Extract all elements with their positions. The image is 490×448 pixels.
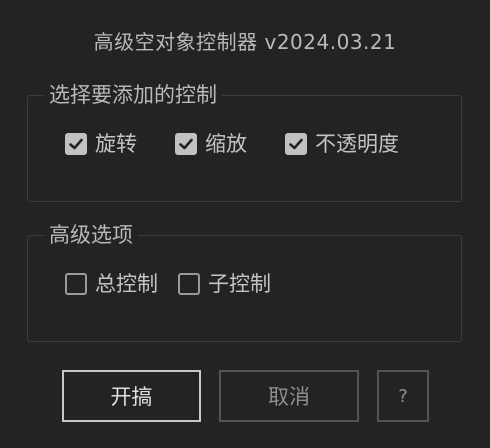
master-control-option[interactable]: 总控制 [65, 270, 158, 298]
child-control-label: 子控制 [208, 272, 271, 296]
checkmark-icon [179, 138, 193, 150]
checkmark-icon [69, 138, 83, 150]
rotation-label: 旋转 [95, 132, 137, 156]
checkmark-icon [289, 138, 303, 150]
control-selection-options: 旋转 缩放 不透明度 [65, 130, 399, 158]
dialog-title: 高级空对象控制器 v2024.03.21 [93, 30, 397, 54]
controller-dialog: 高级空对象控制器 v2024.03.21 选择要添加的控制 旋转 缩放 不透明度… [0, 0, 490, 448]
scale-option[interactable]: 缩放 [175, 130, 247, 158]
child-control-option[interactable]: 子控制 [178, 270, 271, 298]
rotation-option[interactable]: 旋转 [65, 130, 137, 158]
ok-button[interactable]: 开搞 [62, 370, 201, 422]
cancel-button[interactable]: 取消 [219, 370, 359, 422]
help-button[interactable]: ? [377, 370, 429, 422]
opacity-option[interactable]: 不透明度 [285, 130, 399, 158]
master-control-checkbox[interactable] [65, 273, 87, 295]
opacity-label: 不透明度 [315, 132, 399, 156]
control-selection-group: 选择要添加的控制 旋转 缩放 不透明度 [27, 80, 462, 202]
opacity-checkbox[interactable] [285, 133, 307, 155]
advanced-options-group: 高级选项 总控制 子控制 [27, 220, 462, 342]
child-control-checkbox[interactable] [178, 273, 200, 295]
rotation-checkbox[interactable] [65, 133, 87, 155]
master-control-label: 总控制 [95, 272, 158, 296]
scale-checkbox[interactable] [175, 133, 197, 155]
scale-label: 缩放 [205, 132, 247, 156]
advanced-options-list: 总控制 子控制 [65, 270, 271, 298]
control-selection-legend: 选择要添加的控制 [44, 80, 222, 110]
advanced-options-legend: 高级选项 [44, 220, 138, 250]
